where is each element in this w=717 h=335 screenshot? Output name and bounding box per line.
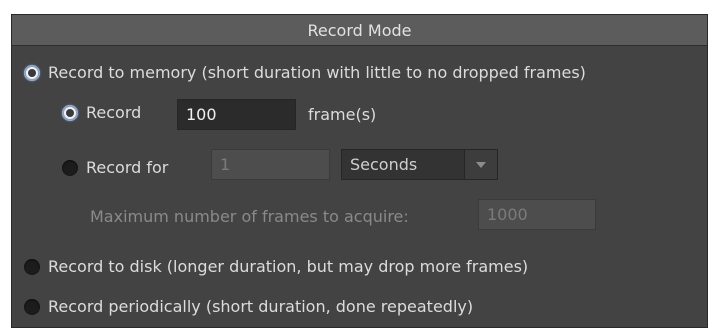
radio-record-frames[interactable] (62, 104, 78, 121)
record-mode-panel: Record Mode Record to memory (short dura… (11, 14, 708, 328)
panel-header: Record Mode (12, 15, 707, 46)
radio-memory[interactable] (24, 64, 40, 81)
option-record-periodically[interactable]: Record periodically (short duration, don… (24, 297, 473, 316)
option-record-frames[interactable]: Record (62, 103, 141, 122)
record-frames-input[interactable]: 100 (177, 99, 296, 130)
option-record-to-disk[interactable]: Record to disk (longer duration, but may… (24, 257, 528, 276)
radio-disk[interactable] (24, 258, 40, 275)
max-frames-input[interactable]: 1000 (478, 199, 596, 230)
radio-record-for[interactable] (62, 159, 78, 176)
option-record-for[interactable]: Record for (62, 158, 168, 177)
record-for-value: 1 (220, 155, 231, 174)
record-for-label: Record for (86, 158, 169, 177)
record-frames-value: 100 (186, 105, 217, 124)
time-unit-select[interactable]: Seconds (341, 149, 498, 180)
max-frames-value: 1000 (487, 205, 528, 224)
time-unit-selected: Seconds (350, 155, 418, 174)
chevron-down-icon (476, 161, 486, 168)
frames-unit: frame(s) (308, 105, 376, 124)
max-frames-row: Maximum number of frames to acquire: (90, 207, 409, 226)
option-record-periodically-label: Record periodically (short duration, don… (48, 297, 474, 316)
max-frames-label: Maximum number of frames to acquire: (90, 207, 409, 226)
record-for-input[interactable]: 1 (211, 149, 330, 180)
radio-periodic[interactable] (24, 298, 40, 315)
record-label: Record (86, 103, 142, 122)
option-record-to-disk-label: Record to disk (longer duration, but may… (48, 257, 529, 276)
frames-unit-label: frame(s) (308, 105, 377, 124)
option-record-to-memory-label: Record to memory (short duration with li… (48, 63, 586, 82)
dropdown-arrow-button[interactable] (464, 150, 497, 179)
option-record-to-memory[interactable]: Record to memory (short duration with li… (24, 63, 586, 82)
panel-title: Record Mode (307, 20, 412, 40)
